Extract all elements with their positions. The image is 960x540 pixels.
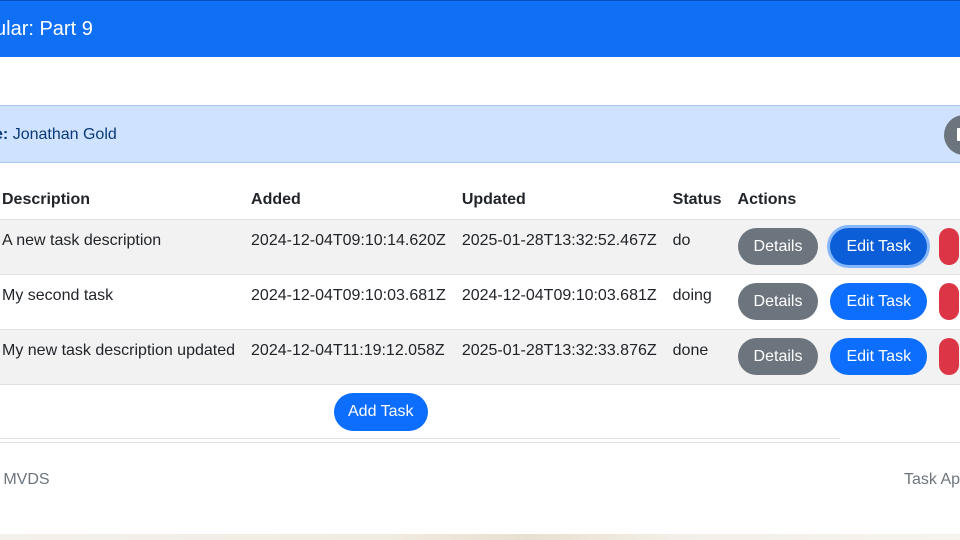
task-status: done xyxy=(664,328,730,385)
task-actions: Details Edit Task xyxy=(729,328,960,385)
table-header-row: Description Added Updated Status Actions xyxy=(0,181,960,219)
task-added: 2024-12-04T09:10:14.620Z xyxy=(243,218,454,274)
task-description: My second task xyxy=(0,273,244,329)
task-updated: 2025-01-28T13:32:52.467Z xyxy=(453,218,665,274)
add-task-button[interactable]: Add Task xyxy=(334,393,428,431)
task-added: 2024-12-04T09:10:03.681Z xyxy=(243,273,454,329)
footer-copyright: 5 MVDS xyxy=(0,471,50,488)
details-button[interactable]: Details xyxy=(737,227,819,265)
delete-button[interactable] xyxy=(939,227,960,265)
footer-app-name: Task Ap xyxy=(904,471,960,488)
top-navbar: ular: Part 9 xyxy=(0,0,960,57)
divider xyxy=(0,438,840,439)
task-description: My new task description updated xyxy=(0,328,244,385)
user-info-bar: e: Jonathan Gold xyxy=(0,105,960,163)
edit-task-button[interactable]: Edit Task xyxy=(830,337,928,375)
logout-button[interactable] xyxy=(944,115,960,155)
delete-button[interactable] xyxy=(939,282,960,320)
task-updated: 2025-01-28T13:32:33.876Z xyxy=(453,328,665,385)
app-title[interactable]: ular: Part 9 xyxy=(0,18,93,41)
header-added: Added xyxy=(251,190,301,208)
table-row: My new task description updated 2024-12-… xyxy=(0,328,960,385)
user-name: Jonathan Gold xyxy=(12,126,117,143)
task-status: doing xyxy=(664,273,730,329)
task-added: 2024-12-04T11:19:12.058Z xyxy=(243,328,454,385)
header-description: Description xyxy=(2,190,91,208)
table-row: My second task 2024-12-04T09:10:03.681Z … xyxy=(0,273,960,329)
task-status: do xyxy=(664,218,730,274)
footer-divider xyxy=(0,442,960,443)
user-label: e: xyxy=(0,126,9,143)
task-actions: Details Edit Task xyxy=(729,273,960,329)
details-button[interactable]: Details xyxy=(737,337,819,375)
edit-task-button[interactable]: Edit Task xyxy=(830,282,928,320)
delete-button[interactable] xyxy=(939,337,960,375)
task-updated: 2024-12-04T09:10:03.681Z xyxy=(453,273,665,329)
background-strip xyxy=(0,534,960,540)
header-actions: Actions xyxy=(737,190,797,208)
task-actions: Details Edit Task xyxy=(729,218,960,274)
edit-task-button[interactable]: Edit Task xyxy=(830,227,928,265)
task-description: A new task description xyxy=(0,218,244,274)
header-updated: Updated xyxy=(461,190,526,208)
table-row: A new task description 2024-12-04T09:10:… xyxy=(0,218,960,274)
user-info: e: Jonathan Gold xyxy=(0,126,117,144)
details-button[interactable]: Details xyxy=(737,282,819,320)
tasks-table: Description Added Updated Status Actions… xyxy=(0,181,960,385)
header-status: Status xyxy=(672,190,722,208)
